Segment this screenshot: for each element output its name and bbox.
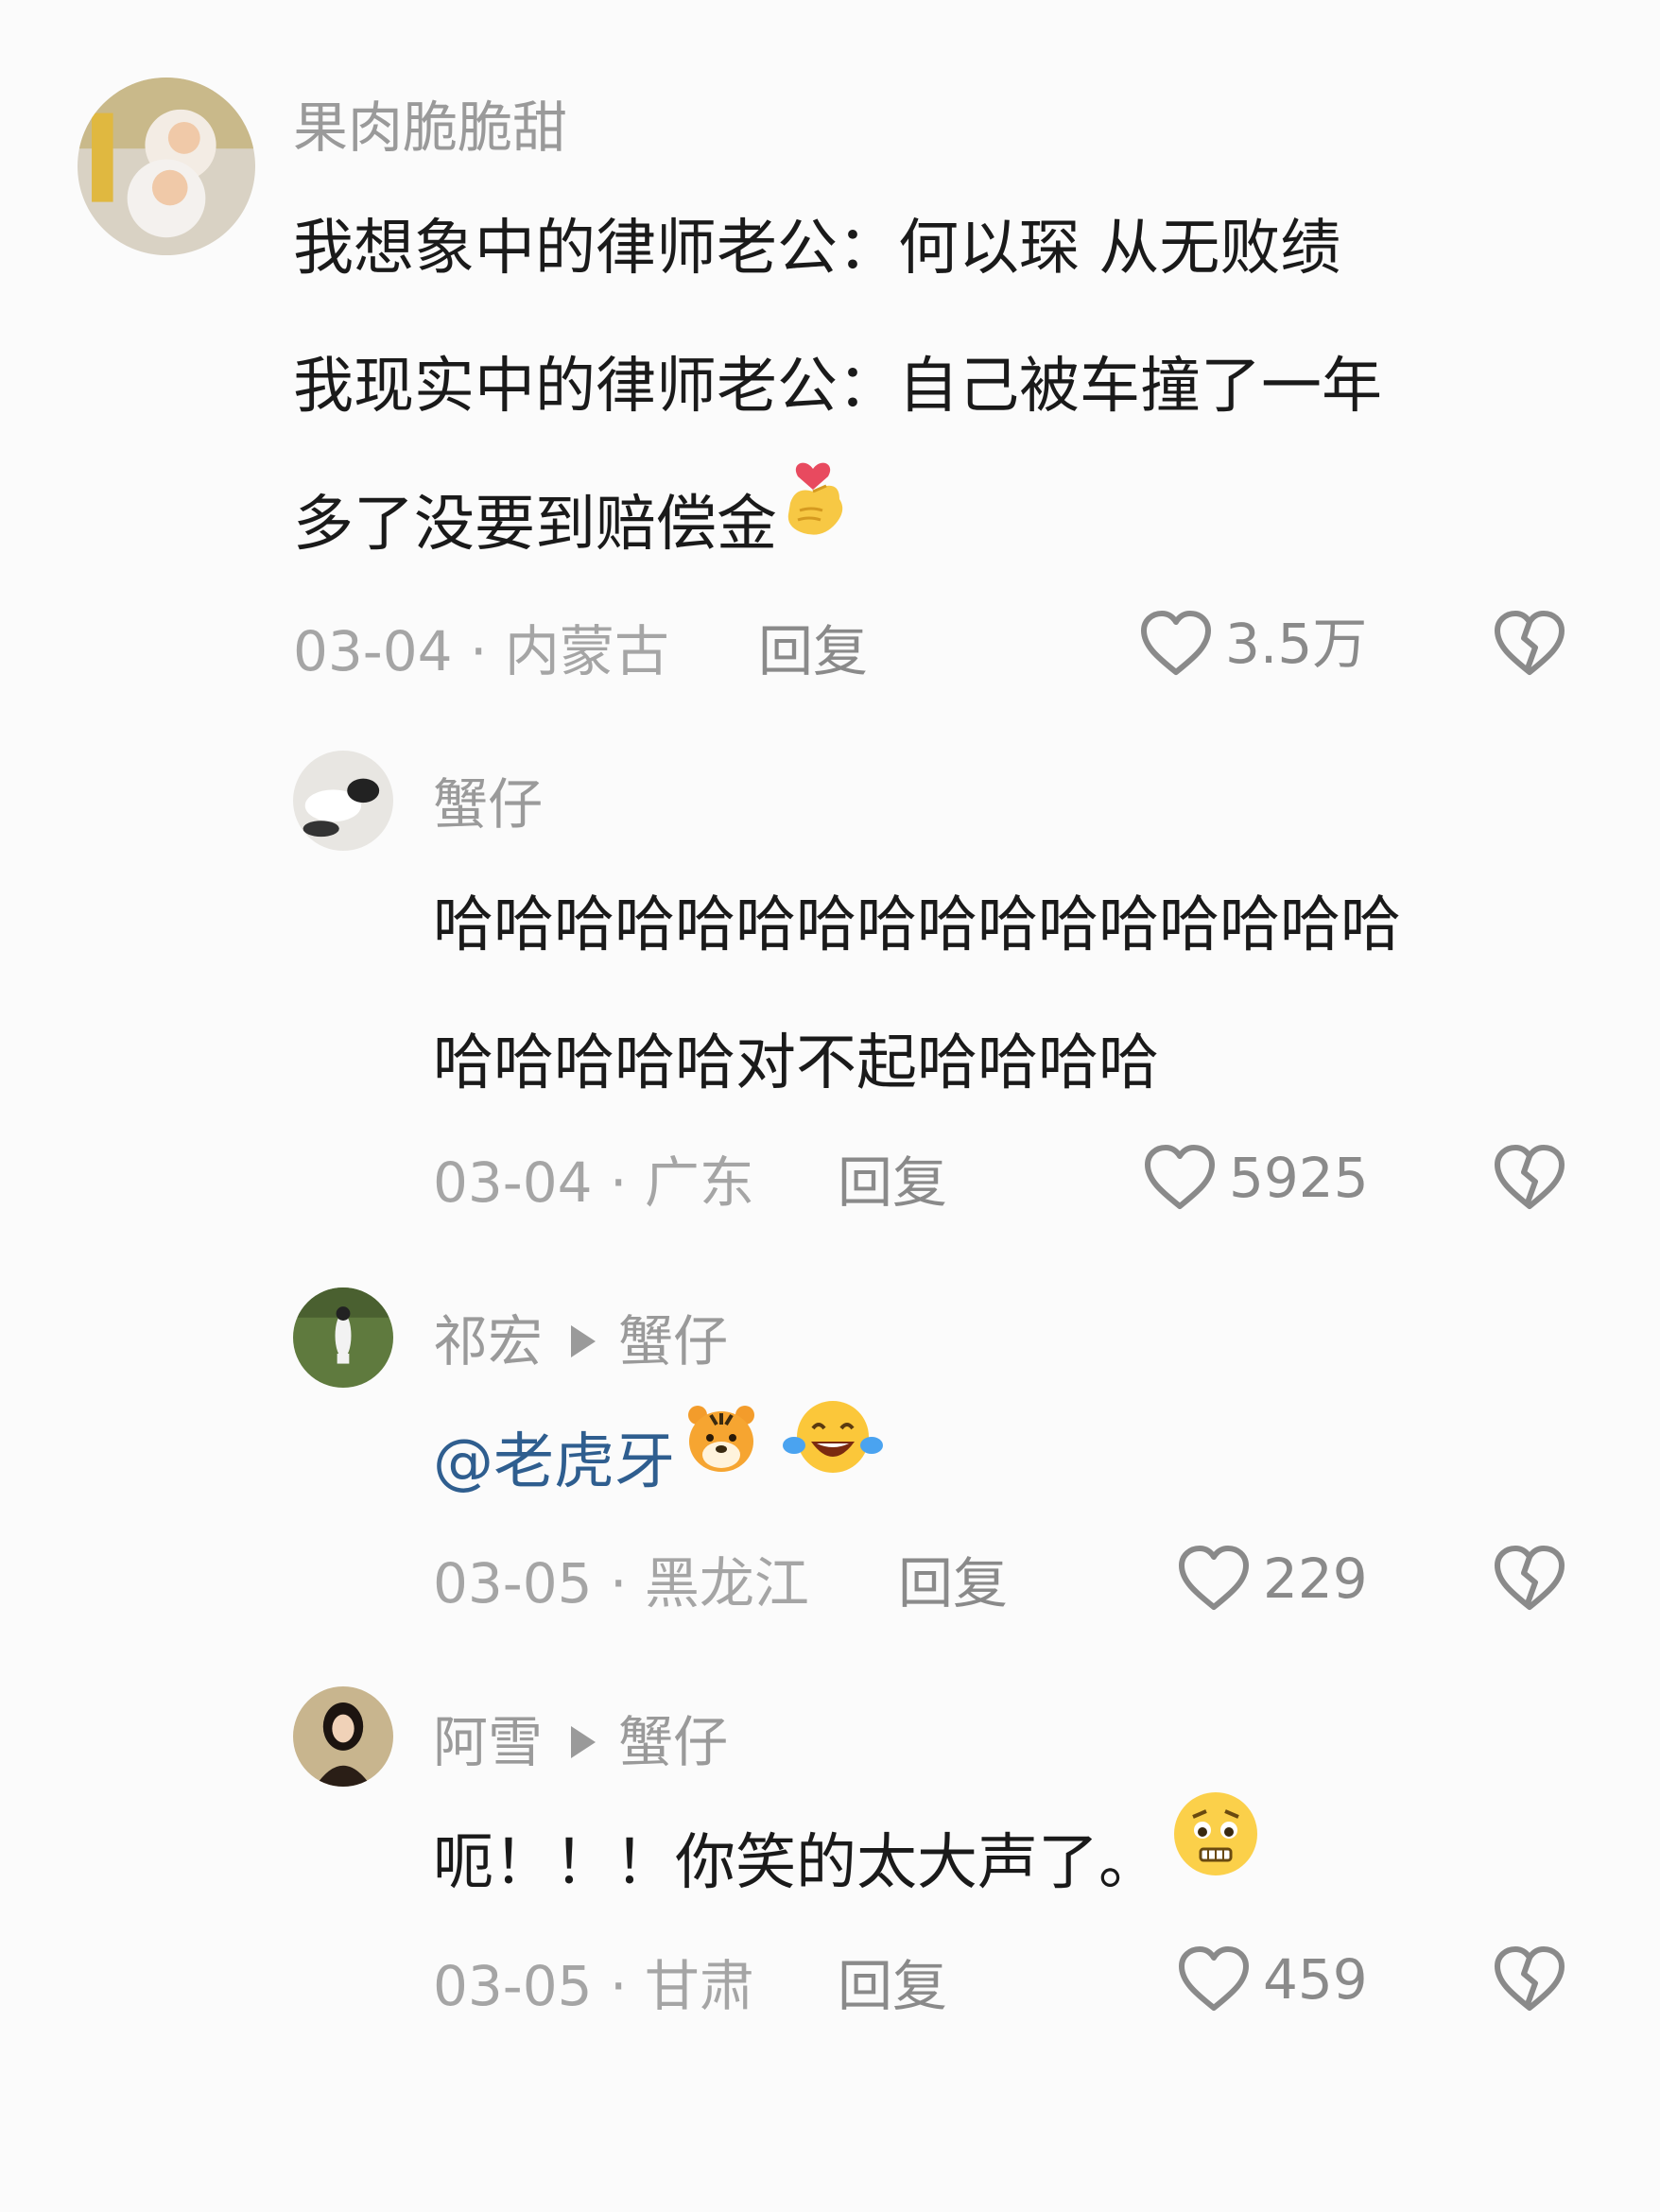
- avatar-image: [293, 1287, 393, 1388]
- comment-line: 我现实中的律师老公：自己被车撞了一年: [293, 352, 1382, 422]
- like-button[interactable]: 459: [1176, 1945, 1368, 2013]
- comment-line: 哈哈哈哈哈对不起哈哈哈哈: [433, 1028, 1159, 1098]
- tiger-face-emoji: [683, 1389, 760, 1527]
- comment-meta: 03-04 · 内蒙古: [293, 619, 669, 683]
- reply-button[interactable]: 回复: [838, 1959, 947, 2013]
- broken-heart-icon[interactable]: [1492, 1144, 1567, 1212]
- like-button[interactable]: 229: [1176, 1545, 1368, 1613]
- like-count: 459: [1263, 1947, 1368, 2012]
- username[interactable]: 阿雪 蟹仔: [433, 1715, 728, 1770]
- reply-button[interactable]: 回复: [898, 1556, 1008, 1611]
- heart-icon: [1141, 611, 1211, 675]
- comment-text: @老虎牙: [433, 1393, 885, 1534]
- comment-line: @老虎牙: [433, 1393, 885, 1534]
- avatar[interactable]: [293, 751, 393, 851]
- reply-button[interactable]: 回复: [838, 1155, 947, 1210]
- comment-text: 哈哈哈哈哈哈哈哈哈哈哈哈哈哈哈哈 哈哈哈哈哈对不起哈哈哈哈: [433, 856, 1401, 1132]
- comment-meta: 03-04 · 广东: [433, 1150, 754, 1215]
- reply-arrow-icon: [571, 1324, 597, 1357]
- comment-meta: 03-05 · 甘肃: [433, 1954, 754, 2018]
- like-count: 229: [1263, 1547, 1368, 1611]
- avatar-image: [78, 78, 255, 255]
- reply-arrow-icon: [571, 1725, 597, 1758]
- comment-line: 我想象中的律师老公：何以琛 从无败绩: [293, 214, 1341, 284]
- comment-text: 我想象中的律师老公：何以琛 从无败绩 我现实中的律师老公：自己被车撞了一年 多了…: [293, 180, 1382, 599]
- pleading-face-emoji: [1168, 1789, 1263, 1928]
- username[interactable]: 蟹仔: [433, 777, 543, 832]
- reply-to-username[interactable]: 蟹仔: [618, 1710, 728, 1774]
- like-button[interactable]: 5925: [1142, 1144, 1369, 1212]
- avatar[interactable]: [293, 1287, 393, 1388]
- reply-to-username[interactable]: 蟹仔: [618, 1309, 728, 1374]
- heart-icon: [1179, 1546, 1249, 1610]
- avatar[interactable]: [293, 1686, 393, 1787]
- comment-line: 多了没要到赔偿金: [293, 456, 1382, 599]
- like-count: 3.5万: [1225, 612, 1368, 676]
- reply-button[interactable]: 回复: [758, 624, 868, 679]
- broken-heart-icon[interactable]: [1492, 1545, 1567, 1613]
- username[interactable]: 果肉脆脆甜: [293, 100, 567, 155]
- like-button[interactable]: 3.5万: [1138, 610, 1367, 678]
- username[interactable]: 祁宏 蟹仔: [433, 1314, 728, 1369]
- comment-meta: 03-05 · 黑龙江: [433, 1551, 809, 1616]
- avatar-image: [293, 1686, 393, 1787]
- heart-icon: [1145, 1145, 1215, 1209]
- comment-line: 呃！！！你笑的太大声了。: [433, 1792, 1263, 1936]
- heart-icon: [1179, 1946, 1249, 2011]
- avatar-image: [293, 751, 393, 851]
- like-count: 5925: [1229, 1146, 1369, 1210]
- avatar[interactable]: [78, 78, 255, 255]
- comment-line: 哈哈哈哈哈哈哈哈哈哈哈哈哈哈哈哈: [433, 890, 1401, 960]
- mention-link[interactable]: @老虎牙: [433, 1427, 675, 1497]
- broken-heart-icon[interactable]: [1492, 1945, 1567, 2013]
- finger-heart-emoji: [777, 448, 853, 592]
- tears-of-joy-emoji: [781, 1389, 885, 1527]
- broken-heart-icon[interactable]: [1492, 610, 1567, 678]
- comment-text: 呃！！！你笑的太大声了。: [433, 1792, 1263, 1936]
